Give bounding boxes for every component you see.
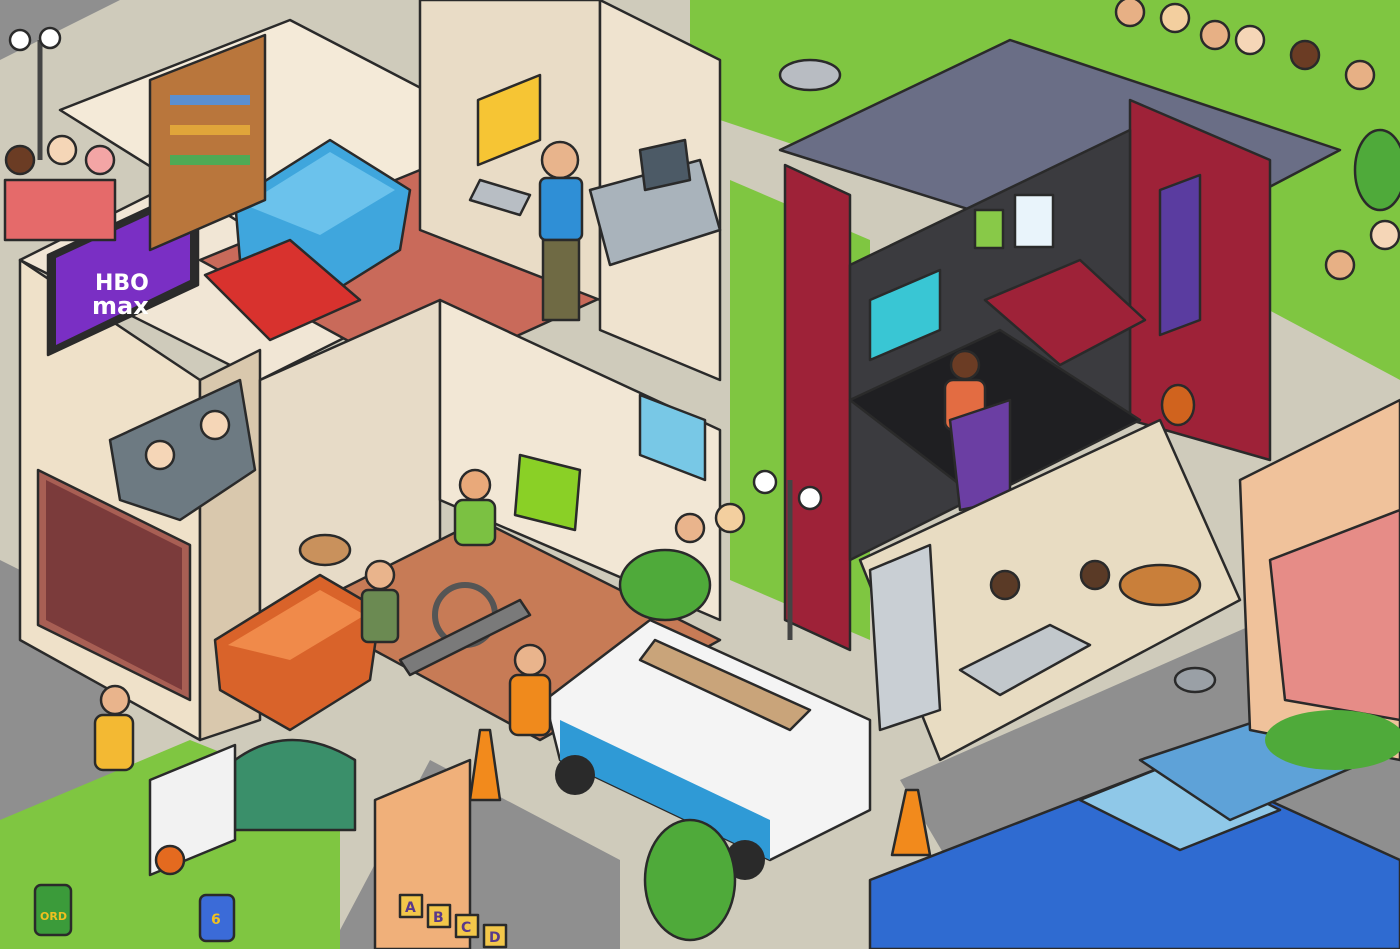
- block-letter-b: B: [433, 910, 444, 926]
- block-letter-c: C: [461, 920, 471, 936]
- family-group: [3, 134, 117, 242]
- illustration-canvas: HBO max A B C D ORD 6: [0, 0, 1400, 949]
- small-dog: [1173, 666, 1217, 694]
- block-letter-d: D: [489, 930, 501, 946]
- jersey-number: 6: [211, 912, 221, 928]
- block-letter-a: A: [405, 900, 416, 916]
- jersey-text: ORD: [40, 910, 67, 923]
- grey-dog: [778, 58, 842, 92]
- isometric-neighborhood-illustration: HBO max A B C D ORD 6: [0, 0, 1400, 949]
- green-gate: [233, 738, 357, 832]
- tv-brand-subtext: max: [92, 292, 149, 320]
